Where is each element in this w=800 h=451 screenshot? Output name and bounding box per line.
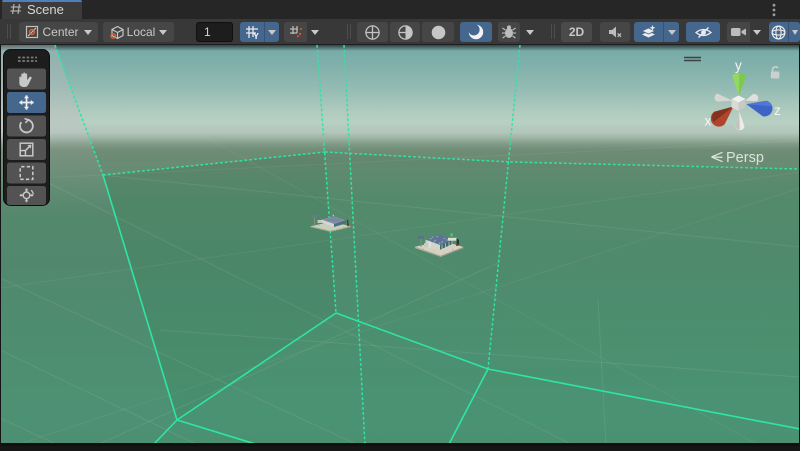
svg-text:Persp: Persp	[726, 150, 764, 166]
svg-text:z: z	[774, 103, 781, 118]
svg-text:x: x	[705, 114, 712, 129]
svg-text:y: y	[735, 58, 742, 73]
svg-text:Y: Y	[253, 31, 259, 40]
